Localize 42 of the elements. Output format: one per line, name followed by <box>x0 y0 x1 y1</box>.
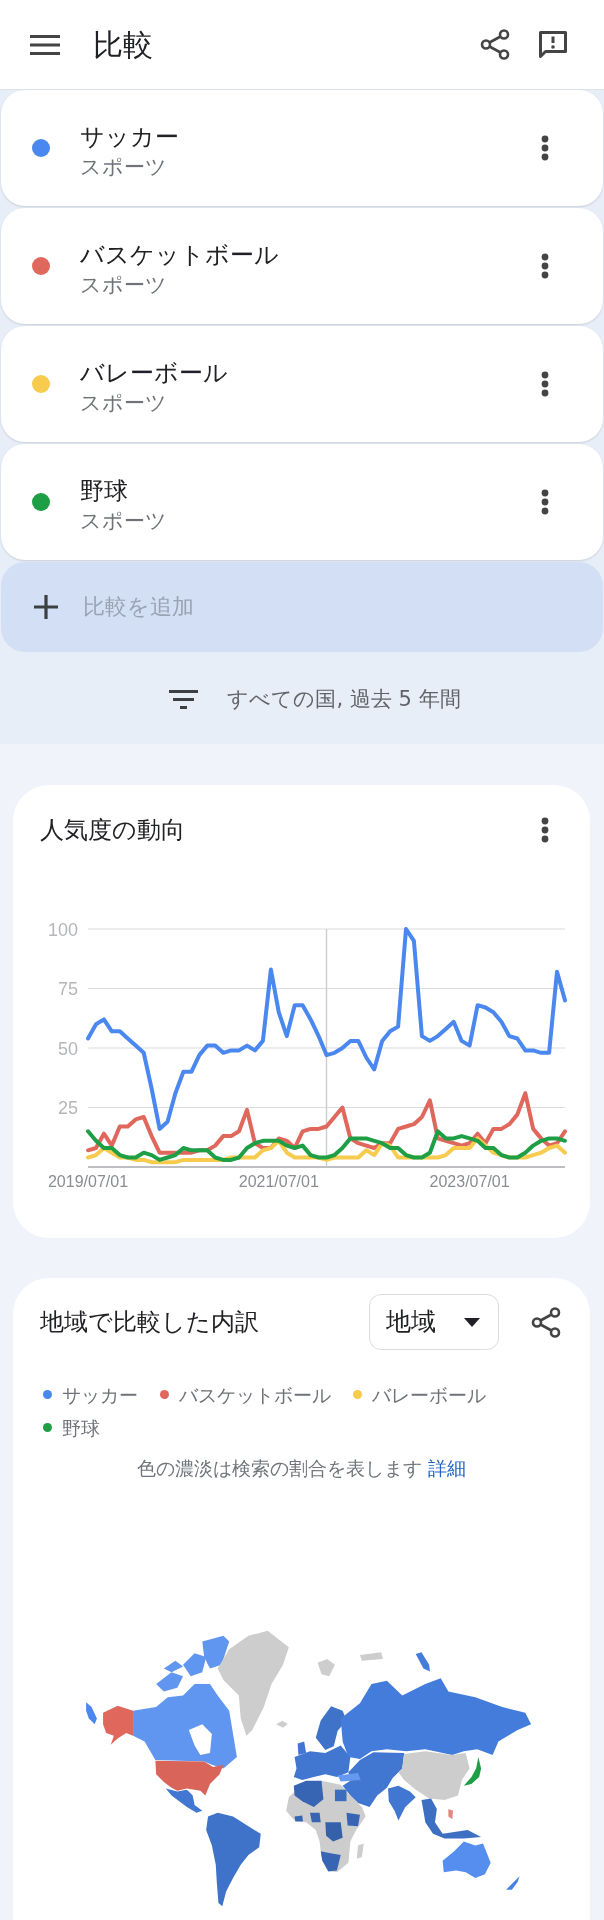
more-options-icon[interactable] <box>541 371 549 397</box>
y-axis-label: 50 <box>57 1038 78 1059</box>
menu-icon[interactable] <box>30 34 60 55</box>
more-options-icon[interactable] <box>541 135 549 161</box>
more-options-icon[interactable] <box>541 253 549 279</box>
page-title: 比較 <box>93 25 153 64</box>
filter-button[interactable]: すべての国, 過去 5 年間 <box>169 684 461 714</box>
more-options-icon[interactable] <box>541 817 549 843</box>
x-axis-label: 2023/07/01 <box>429 1173 510 1190</box>
card-title: 地域で比較した内訳 <box>40 1307 259 1338</box>
term-category: スポーツ <box>80 153 167 181</box>
region-dropdown[interactable]: 地域 <box>369 1294 499 1350</box>
caret-icon <box>464 1317 480 1327</box>
term-card[interactable]: バスケットボール スポーツ <box>1 208 603 324</box>
term-category: スポーツ <box>80 271 167 299</box>
y-axis-label: 100 <box>47 919 78 940</box>
y-axis-label: 25 <box>57 1098 78 1118</box>
legend-label: バレーボール <box>372 1382 486 1408</box>
term-card[interactable]: サッカー スポーツ <box>1 90 603 206</box>
term-name: 野球 <box>80 475 128 507</box>
term-name: バレーボール <box>80 357 228 389</box>
legend-label: 野球 <box>62 1415 100 1441</box>
more-options-icon[interactable] <box>541 489 549 515</box>
plus-icon <box>34 595 58 619</box>
term-name: サッカー <box>80 121 179 153</box>
x-axis-label: 2021/07/01 <box>238 1173 319 1190</box>
card-title: 人気度の動向 <box>40 815 185 846</box>
term-category: スポーツ <box>80 507 167 535</box>
y-axis-label: 75 <box>57 979 78 999</box>
share-icon[interactable] <box>480 29 510 60</box>
share-icon[interactable] <box>531 1306 561 1338</box>
term-category: スポーツ <box>80 389 167 417</box>
term-card[interactable]: バレーボール スポーツ <box>1 326 603 442</box>
term-card[interactable]: 野球 スポーツ <box>1 444 603 560</box>
term-name: バスケットボール <box>80 239 279 271</box>
exclamation-bubble-icon[interactable] <box>537 29 569 60</box>
map-legend-note: 色の濃淡は検索の割合を表します 詳細 <box>136 1456 466 1481</box>
filter-icon <box>169 689 199 709</box>
legend-label: サッカー <box>62 1382 138 1408</box>
details-link[interactable]: 詳細 <box>428 1457 466 1479</box>
x-axis-label: 2019/07/01 <box>47 1173 129 1190</box>
legend-label: バスケットボール <box>179 1382 331 1408</box>
